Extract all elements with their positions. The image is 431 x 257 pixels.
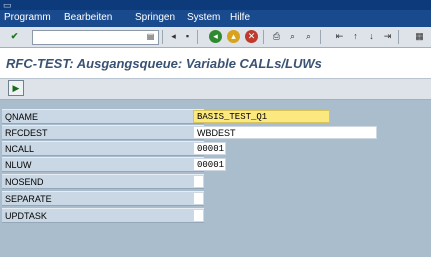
label-nluw: NLUW [2, 157, 204, 172]
cancel-icon[interactable]: ✕ [245, 30, 258, 43]
menu-programm[interactable]: Programm [4, 12, 51, 24]
command-history-icon[interactable]: ▤ [146, 31, 155, 42]
find-next-icon[interactable]: ⌕ [302, 30, 315, 43]
print-icon[interactable]: ⎙ [270, 30, 283, 43]
exit-icon[interactable]: ▴ [227, 30, 240, 43]
save-icon[interactable]: ▪ [181, 30, 194, 43]
rfcdest-field[interactable]: WBDEST [193, 126, 377, 139]
toolbar-separator [320, 30, 321, 44]
toolbar-separator [197, 30, 198, 44]
layout-menu-icon[interactable]: ▦ [413, 30, 426, 43]
menu-system[interactable]: System [187, 12, 220, 24]
ncall-field[interactable]: 00001 [193, 142, 226, 155]
label-updtask: UPDTASK [2, 208, 204, 223]
toolbar-separator [398, 30, 399, 44]
enter-check-icon[interactable]: ✔ [8, 30, 21, 43]
nluw-field[interactable]: 00001 [193, 158, 226, 171]
label-nosend: NOSEND [2, 174, 204, 189]
execute-icon[interactable]: ▶ [8, 80, 24, 96]
command-field[interactable] [32, 30, 159, 45]
toolbar-separator [162, 30, 163, 44]
back-icon[interactable]: ◂ [209, 30, 222, 43]
find-icon[interactable]: ⌕ [286, 30, 299, 43]
menu-hilfe[interactable]: Hilfe [230, 12, 250, 24]
menu-springen[interactable]: Springen [135, 12, 175, 24]
toolbar-separator [263, 30, 264, 44]
menu-bar: Programm Bearbeiten Springen System Hilf… [0, 10, 431, 27]
label-qname: QNAME [2, 109, 204, 124]
menu-bearbeiten[interactable]: Bearbeiten [64, 12, 112, 24]
page-title: RFC-TEST: Ausgangsqueue: Variable CALLs/… [6, 56, 322, 71]
window-titlebar [0, 0, 431, 10]
previous-page-icon[interactable]: ↑ [349, 30, 362, 43]
application-toolbar [0, 78, 431, 100]
separate-field[interactable] [193, 192, 204, 205]
updtask-field[interactable] [193, 209, 204, 222]
label-rfcdest: RFCDEST [2, 125, 204, 140]
label-ncall: NCALL [2, 141, 204, 156]
qname-field[interactable]: BASIS_TEST_Q1 [193, 110, 330, 123]
label-separate: SEPARATE [2, 191, 204, 206]
last-page-icon[interactable]: ⇥ [381, 30, 394, 43]
first-page-icon[interactable]: ⇤ [333, 30, 346, 43]
back-arrow-icon[interactable]: ◂ [167, 30, 180, 43]
next-page-icon[interactable]: ↓ [365, 30, 378, 43]
nosend-field[interactable] [193, 175, 204, 188]
sap-system-icon[interactable]: ▭ [3, 0, 12, 10]
